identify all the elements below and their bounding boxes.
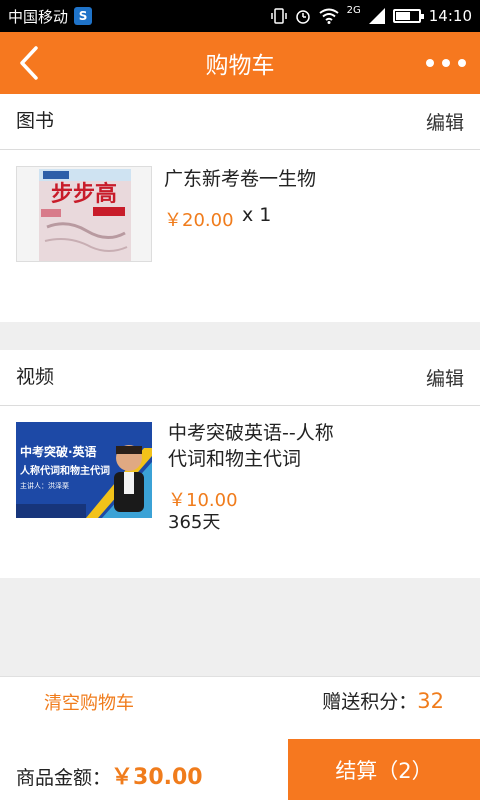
reward-points-label: 赠送积分： [322,691,418,713]
reward-points-value: 32 [417,689,444,713]
videos-section: 视频 编辑 中考突破·英语 人称代词和物主代词 主讲人：洪泽栗 中考突破英语--… [0,350,480,578]
more-icon[interactable] [426,54,466,72]
clock: 14:10 [428,7,472,25]
sim-card-icon: S [74,7,93,25]
books-section: 图书 编辑 步步高 广东新考卷一生物 ￥20.00 x 1 [0,94,480,322]
carrier-name: 中国移动 [8,7,69,26]
total-amount-value: ￥30.00 [111,765,203,790]
alarm-icon [295,10,310,24]
reward-points: 赠送积分：32 [322,687,444,714]
videos-edit-button[interactable]: 编辑 [426,364,464,391]
checkout-button[interactable]: 结算（2） [288,739,480,800]
book-item-price: ￥20.00 [164,210,234,231]
video-item-duration: 365天 [168,512,221,533]
back-icon[interactable] [12,44,48,82]
app-header: 购物车 [0,32,480,94]
battery-icon [392,9,424,23]
wifi-icon [319,8,339,24]
page-title: 购物车 [205,53,275,79]
clear-cart-button[interactable]: 清空购物车 [44,689,134,715]
video-item-name-line2: 代词和物主代词 [168,448,302,470]
network-type: 2G [346,4,361,16]
vibrate-icon [270,8,287,24]
status-bar: 中国移动 S 2G 14:10 [0,0,480,32]
total-amount-label: 商品金额： [16,767,112,789]
video-thumb-speaker: 主讲人：洪泽栗 [20,481,69,490]
total-amount: 商品金额：￥30.00 [16,759,203,791]
videos-section-header: 视频 编辑 [0,350,480,406]
books-section-title: 图书 [16,110,55,132]
books-section-header: 图书 编辑 [0,94,480,150]
cart-footer: 清空购物车 赠送积分：32 商品金额：￥30.00 结算（2） [0,676,480,800]
book-item-quantity: x 1 [242,204,272,226]
book-cover-image: 步步高 [16,166,152,262]
videos-section-title: 视频 [16,366,55,388]
video-item-name-line1: 中考突破英语--人称 [168,422,334,444]
books-edit-button[interactable]: 编辑 [426,108,464,135]
signal-icon [368,8,385,24]
video-thumb-title: 中考突破·英语 [20,444,97,459]
video-thumbnail-image: 中考突破·英语 人称代词和物主代词 主讲人：洪泽栗 [16,422,152,518]
book-cover-brand: 步步高 [51,181,117,207]
book-item-name: 广东新考卷一生物 [164,168,317,190]
video-thumb-subtitle: 人称代词和物主代词 [20,464,110,477]
